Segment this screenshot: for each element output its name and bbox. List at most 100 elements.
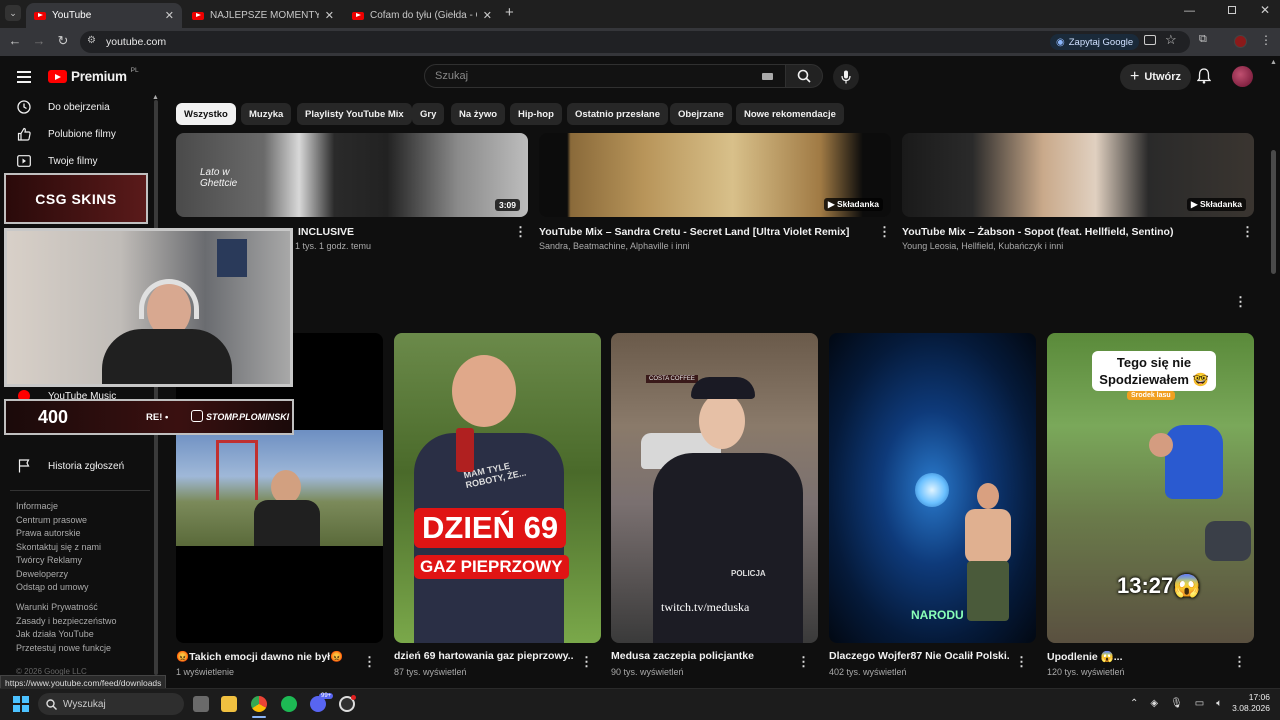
youtube-premium-logo[interactable]: Premium PL — [48, 67, 139, 84]
search-input[interactable]: Szukaj — [424, 64, 786, 88]
shorts-section-more-icon[interactable]: ⋮ — [1234, 294, 1247, 310]
new-tab-button[interactable]: + — [505, 4, 514, 21]
short-thumbnail-4[interactable]: NARODU — [829, 333, 1036, 643]
profile-avatar-icon[interactable] — [1234, 35, 1247, 48]
short-title[interactable]: Dlaczego Wojfer87 Nie Ocalił Polski... — [829, 650, 1009, 662]
cast-icon[interactable] — [1144, 35, 1156, 45]
chip-hip-hop[interactable]: Hip-hop — [510, 103, 562, 125]
reload-icon[interactable]: ↻ — [54, 33, 72, 49]
search-button[interactable] — [785, 64, 823, 88]
page-scroll-up-arrow[interactable]: ▲ — [1270, 59, 1277, 66]
footer-link[interactable]: Odstąp od umowy — [16, 581, 101, 595]
close-window-button[interactable]: ✕ — [1260, 3, 1270, 17]
back-arrow-icon[interactable]: ← — [6, 33, 24, 48]
keyboard-icon[interactable] — [762, 73, 773, 80]
network-icon[interactable]: ▭ — [1195, 698, 1204, 709]
footer-link[interactable]: Jak działa YouTube — [16, 628, 117, 642]
mix-thumbnail-sandra[interactable]: ▶ Składanka — [539, 133, 891, 217]
short-title[interactable]: dzień 69 hartowania gaz pieprzowy... — [394, 650, 574, 662]
video-title[interactable]: YouTube Mix – Sandra Cretu - Secret Land… — [539, 226, 869, 238]
footer-link[interactable]: Informacje — [16, 500, 101, 514]
bookmark-star-icon[interactable]: ☆ — [1165, 32, 1177, 48]
page-scrollbar[interactable] — [1271, 150, 1276, 274]
volume-icon[interactable]: 🔈︎ — [1216, 698, 1222, 709]
taskbar-search[interactable]: Wyszukaj — [38, 693, 184, 715]
instagram-icon — [191, 410, 203, 422]
sidebar-item-your-videos[interactable]: Twoje filmy — [16, 148, 97, 174]
create-label: Utwórz — [1144, 71, 1182, 83]
windows-start-icon[interactable] — [13, 696, 29, 712]
video-more-options-icon[interactable]: ⋮ — [878, 224, 891, 240]
short-thumbnail-5[interactable]: Tego się nie Spodziewałem 🤓 Środek lasu … — [1047, 333, 1254, 643]
minimize-window-button[interactable]: — — [1184, 5, 1195, 17]
short-more-options-icon[interactable]: ⋮ — [1233, 654, 1246, 670]
voice-search-button[interactable] — [833, 64, 859, 90]
forward-arrow-icon[interactable]: → — [30, 33, 48, 48]
chip-nowe-rekomendacje[interactable]: Nowe rekomendacje — [736, 103, 844, 125]
spotify-icon[interactable] — [281, 696, 297, 712]
close-tab-icon[interactable]: ✕ — [483, 9, 492, 22]
footer-link[interactable]: Deweloperzy — [16, 568, 101, 582]
ask-google-button[interactable]: ◉ Zapytaj Google — [1050, 34, 1140, 50]
hamburger-menu-icon[interactable] — [17, 71, 31, 83]
video-title[interactable]: INCLUSIVE — [298, 226, 508, 238]
close-tab-icon[interactable]: ✕ — [165, 9, 174, 22]
close-tab-icon[interactable]: ✕ — [325, 9, 334, 22]
video-thumbnail-1[interactable]: Lato w Ghettcie 3:09 — [176, 133, 528, 217]
short-more-options-icon[interactable]: ⋮ — [363, 654, 376, 670]
create-button[interactable]: + Utwórz — [1120, 64, 1192, 90]
chip-muzyka[interactable]: Muzyka — [241, 103, 292, 125]
site-info-icon[interactable]: ⚙ — [87, 35, 96, 46]
short-more-options-icon[interactable]: ⋮ — [797, 654, 810, 670]
chip-gry[interactable]: Gry — [412, 103, 445, 125]
browser-tab-cofam[interactable]: Cofam do tyłu (Giełda - Odc. 9) ✕ — [344, 3, 500, 28]
chip-na-zywo[interactable]: Na żywo — [451, 103, 506, 125]
short-more-options-icon[interactable]: ⋮ — [580, 654, 593, 670]
short-title[interactable]: Medusa zaczepia policjantke — [611, 650, 791, 662]
footer-link[interactable]: Centrum prasowe — [16, 514, 101, 528]
extensions-icon[interactable]: ⧉ — [1199, 33, 1207, 46]
tab-search-button[interactable]: ⌄ — [5, 5, 21, 21]
chrome-icon[interactable] — [251, 696, 267, 712]
sidebar-item-report-history[interactable]: Historia zgłoszeń — [16, 453, 124, 479]
day-counter-overlay: DZIEŃ 69 — [414, 508, 567, 548]
short-more-options-icon[interactable]: ⋮ — [1015, 654, 1028, 670]
mix-thumbnail-zabson[interactable]: ▶ Składanka — [902, 133, 1254, 217]
short-meta: 87 tys. wyświetleń — [394, 667, 467, 677]
browser-menu-icon[interactable]: ⋮ — [1260, 33, 1272, 47]
vpn-shield-icon[interactable]: ◈ — [1150, 698, 1158, 709]
task-view-icon[interactable] — [193, 696, 209, 712]
sidebar-footer-links-1: Informacje Centrum prasowe Prawa autorsk… — [16, 500, 101, 595]
chip-wszystko[interactable]: Wszystko — [176, 103, 236, 125]
chip-ostatnio-przeslane[interactable]: Ostatnio przesłane — [567, 103, 668, 125]
microphone-tray-icon[interactable]: 🎙︎ — [1170, 698, 1183, 709]
tray-overflow-chevron-icon[interactable]: ⌃ — [1130, 698, 1138, 709]
video-title[interactable]: YouTube Mix – Żabson - Sopot (feat. Hell… — [902, 226, 1232, 238]
address-bar[interactable]: ⚙ youtube.com — [80, 31, 1190, 53]
sidebar-item-liked[interactable]: Polubione filmy — [16, 121, 116, 147]
file-explorer-icon[interactable] — [221, 696, 237, 712]
footer-link[interactable]: Prawa autorskie — [16, 527, 101, 541]
restore-window-button[interactable] — [1228, 6, 1236, 14]
footer-link[interactable]: Przetestuj nowe funkcje — [16, 642, 117, 656]
chip-playlisty-mix[interactable]: Playlisty YouTube Mix — [297, 103, 412, 125]
short-thumbnail-2[interactable]: MAM TYLE ROBOTY, ŻE... DZIEŃ 69 GAZ PIEP… — [394, 333, 601, 643]
short-title[interactable]: Upodlenie 😱... — [1047, 650, 1227, 663]
footer-link[interactable]: Warunki Prywatność — [16, 601, 117, 615]
short-title[interactable]: 😡Takich emocji dawno nie był😡 — [176, 650, 356, 663]
sidebar-item-watch-later[interactable]: Do obejrzenia — [16, 94, 110, 120]
notifications-bell-icon[interactable] — [1196, 68, 1212, 89]
browser-tab-najlepsze[interactable]: NAJLEPSZE MOMENTY POLSKIE ✕ — [184, 3, 342, 28]
footer-link[interactable]: Skontaktuj się z nami — [16, 541, 101, 555]
video-more-options-icon[interactable]: ⋮ — [1241, 224, 1254, 240]
short-thumbnail-3[interactable]: COSTA COFFEE POLICJA twitch.tv/meduska — [611, 333, 818, 643]
browser-tab-youtube[interactable]: YouTube ✕ — [26, 3, 182, 28]
ask-google-label: Zapytaj Google — [1068, 36, 1134, 48]
sidebar-scrollbar[interactable] — [154, 100, 158, 675]
video-more-options-icon[interactable]: ⋮ — [514, 224, 527, 240]
account-avatar[interactable] — [1232, 66, 1253, 87]
footer-link[interactable]: Zasady i bezpieczeństwo — [16, 615, 117, 629]
chip-obejrzane[interactable]: Obejrzane — [670, 103, 732, 125]
footer-link[interactable]: Twórcy Reklamy — [16, 554, 101, 568]
clock[interactable]: 17:06 3.08.2026 — [1228, 692, 1270, 714]
